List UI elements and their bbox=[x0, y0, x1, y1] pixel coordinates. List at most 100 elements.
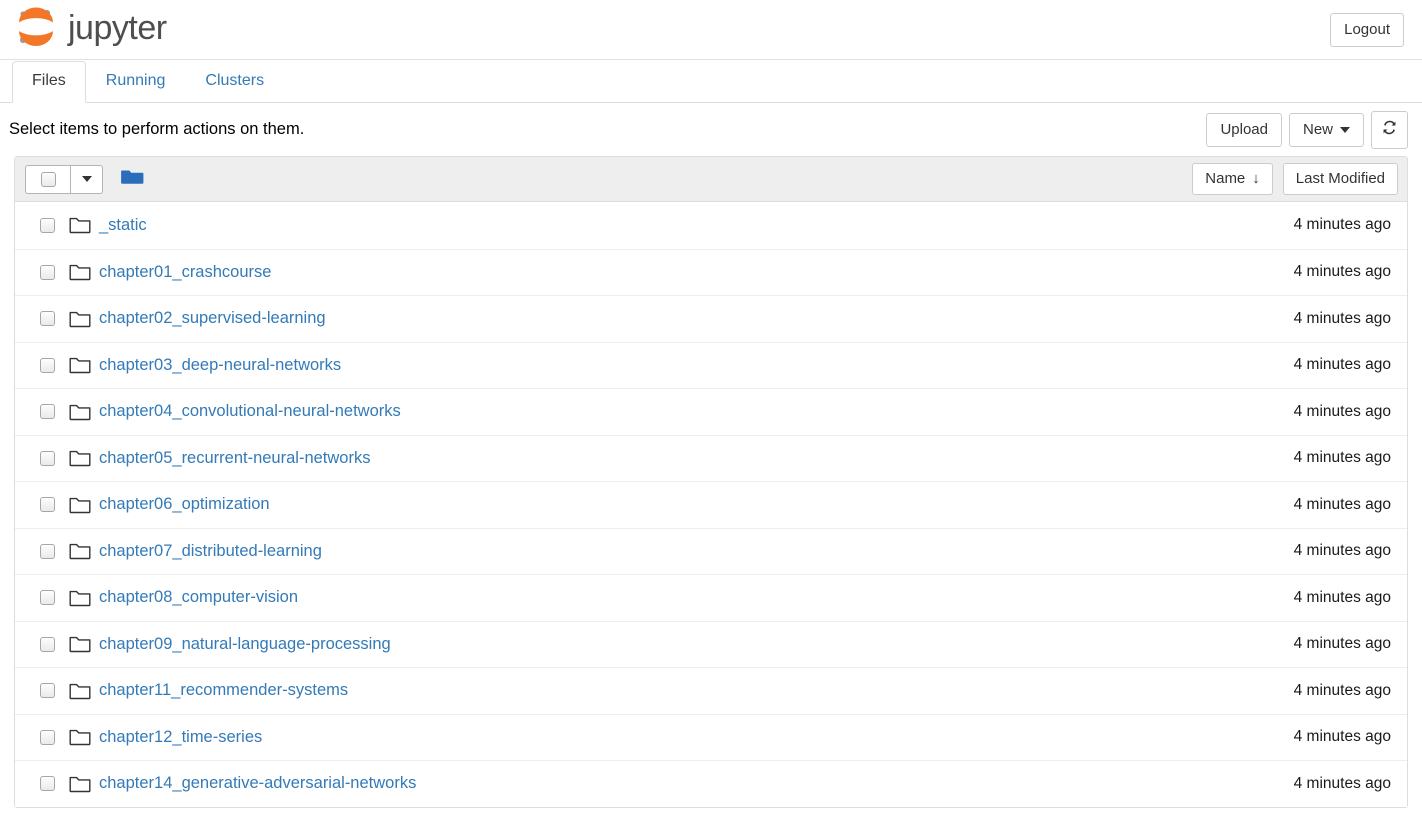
header-actions: Logout bbox=[1330, 13, 1404, 47]
file-name-link[interactable]: chapter14_generative-adversarial-network… bbox=[99, 774, 416, 793]
row-checkbox[interactable] bbox=[40, 637, 55, 652]
select-all-group bbox=[25, 165, 103, 194]
file-name-link[interactable]: chapter12_time-series bbox=[99, 728, 262, 747]
table-row[interactable]: _static 4 minutes ago bbox=[15, 202, 1407, 249]
select-all-checkbox-cell[interactable] bbox=[26, 166, 70, 193]
sort-by-modified-button[interactable]: Last Modified bbox=[1283, 163, 1398, 195]
last-modified-text: 4 minutes ago bbox=[1294, 589, 1393, 607]
folder-outline-icon[interactable] bbox=[69, 403, 99, 421]
folder-outline-icon[interactable] bbox=[69, 682, 99, 700]
sort-by-name-button[interactable]: Name ↓ bbox=[1192, 163, 1273, 195]
row-checkbox[interactable] bbox=[40, 776, 55, 791]
file-name-link[interactable]: chapter05_recurrent-neural-networks bbox=[99, 449, 370, 468]
row-checkbox-cell[interactable] bbox=[25, 683, 69, 698]
table-row[interactable]: chapter11_recommender-systems 4 minutes a… bbox=[15, 667, 1407, 714]
last-modified-text: 4 minutes ago bbox=[1294, 728, 1393, 746]
selection-hint-text: Select items to perform actions on them. bbox=[5, 120, 304, 139]
folder-outline-icon[interactable] bbox=[69, 263, 99, 281]
table-row[interactable]: chapter01_crashcourse 4 minutes ago bbox=[15, 249, 1407, 296]
action-bar-buttons: Upload New bbox=[1206, 111, 1408, 149]
row-checkbox[interactable] bbox=[40, 497, 55, 512]
last-modified-text: 4 minutes ago bbox=[1294, 216, 1393, 234]
file-name-link[interactable]: chapter01_crashcourse bbox=[99, 263, 271, 282]
logout-button[interactable]: Logout bbox=[1330, 13, 1404, 47]
select-menu-button[interactable] bbox=[71, 166, 102, 193]
row-checkbox-cell[interactable] bbox=[25, 637, 69, 652]
page-header: jupyter Logout bbox=[0, 0, 1422, 60]
new-dropdown-button[interactable]: New bbox=[1289, 113, 1364, 147]
row-checkbox[interactable] bbox=[40, 590, 55, 605]
last-modified-text: 4 minutes ago bbox=[1294, 263, 1393, 281]
table-row[interactable]: chapter07_distributed-learning 4 minutes … bbox=[15, 528, 1407, 575]
last-modified-text: 4 minutes ago bbox=[1294, 310, 1393, 328]
chevron-down-icon bbox=[1340, 127, 1350, 133]
tab-clusters[interactable]: Clusters bbox=[185, 61, 284, 103]
row-checkbox-cell[interactable] bbox=[25, 311, 69, 326]
row-checkbox[interactable] bbox=[40, 311, 55, 326]
file-name-link[interactable]: chapter07_distributed-learning bbox=[99, 542, 322, 561]
tab-running[interactable]: Running bbox=[86, 61, 186, 103]
row-checkbox[interactable] bbox=[40, 404, 55, 419]
table-row[interactable]: chapter09_natural-language-processing4 m… bbox=[15, 621, 1407, 668]
row-checkbox-cell[interactable] bbox=[25, 776, 69, 791]
file-list-header: Name ↓ Last Modified bbox=[15, 157, 1407, 202]
folder-outline-icon[interactable] bbox=[69, 449, 99, 467]
file-name-link[interactable]: chapter03_deep-neural-networks bbox=[99, 356, 341, 375]
table-row[interactable]: chapter06_optimization4 minutes ago bbox=[15, 481, 1407, 528]
refresh-button[interactable] bbox=[1371, 111, 1408, 149]
last-modified-text: 4 minutes ago bbox=[1294, 542, 1393, 560]
row-checkbox-cell[interactable] bbox=[25, 590, 69, 605]
upload-button[interactable]: Upload bbox=[1206, 113, 1282, 147]
row-checkbox[interactable] bbox=[40, 358, 55, 373]
row-checkbox-cell[interactable] bbox=[25, 544, 69, 559]
file-list: Name ↓ Last Modified _static 4 minutes ag… bbox=[14, 156, 1408, 808]
table-row[interactable]: chapter12_time-series 4 minutes ago bbox=[15, 714, 1407, 761]
row-checkbox-cell[interactable] bbox=[25, 218, 69, 233]
file-name-link[interactable]: chapter09_natural-language-processing bbox=[99, 635, 391, 654]
last-modified-text: 4 minutes ago bbox=[1294, 682, 1393, 700]
breadcrumb-home-button[interactable] bbox=[121, 167, 144, 191]
chevron-down-icon bbox=[82, 176, 92, 182]
row-checkbox-cell[interactable] bbox=[25, 404, 69, 419]
file-rows-container: _static4 minutes agochapter01_crashcours… bbox=[15, 202, 1407, 807]
folder-outline-icon[interactable] bbox=[69, 542, 99, 560]
folder-outline-icon[interactable] bbox=[69, 635, 99, 653]
folder-outline-icon[interactable] bbox=[69, 216, 99, 234]
row-checkbox-cell[interactable] bbox=[25, 451, 69, 466]
tab-files[interactable]: Files bbox=[12, 61, 86, 103]
folder-outline-icon[interactable] bbox=[69, 589, 99, 607]
new-button-label: New bbox=[1303, 121, 1333, 139]
file-name-link[interactable]: chapter02_supervised-learning bbox=[99, 309, 326, 328]
folder-outline-icon[interactable] bbox=[69, 356, 99, 374]
row-checkbox-cell[interactable] bbox=[25, 730, 69, 745]
file-name-link[interactable]: _static bbox=[99, 216, 147, 235]
table-row[interactable]: chapter08_computer-vision 4 minutes ago bbox=[15, 574, 1407, 621]
file-name-link[interactable]: chapter06_optimization bbox=[99, 495, 270, 514]
select-all-checkbox[interactable] bbox=[41, 172, 56, 187]
row-checkbox[interactable] bbox=[40, 544, 55, 559]
row-checkbox-cell[interactable] bbox=[25, 497, 69, 512]
refresh-icon bbox=[1381, 119, 1398, 141]
file-name-link[interactable]: chapter04_convolutional-neural-networks bbox=[99, 402, 401, 421]
file-name-link[interactable]: chapter11_recommender-systems bbox=[99, 681, 348, 700]
jupyter-logo-icon bbox=[14, 6, 58, 53]
table-row[interactable]: chapter04_convolutional-neural-networks4… bbox=[15, 388, 1407, 435]
row-checkbox[interactable] bbox=[40, 451, 55, 466]
row-checkbox[interactable] bbox=[40, 265, 55, 280]
row-checkbox-cell[interactable] bbox=[25, 265, 69, 280]
file-name-link[interactable]: chapter08_computer-vision bbox=[99, 588, 298, 607]
row-checkbox[interactable] bbox=[40, 683, 55, 698]
row-checkbox[interactable] bbox=[40, 218, 55, 233]
folder-outline-icon[interactable] bbox=[69, 775, 99, 793]
row-checkbox[interactable] bbox=[40, 730, 55, 745]
table-row[interactable]: chapter02_supervised-learning 4 minutes a… bbox=[15, 295, 1407, 342]
folder-outline-icon[interactable] bbox=[69, 728, 99, 746]
table-row[interactable]: chapter03_deep-neural-networks4 minutes … bbox=[15, 342, 1407, 389]
last-modified-text: 4 minutes ago bbox=[1294, 775, 1393, 793]
folder-outline-icon[interactable] bbox=[69, 310, 99, 328]
jupyter-logo-link[interactable]: jupyter bbox=[14, 6, 167, 53]
table-row[interactable]: chapter14_generative-adversarial-network… bbox=[15, 760, 1407, 807]
table-row[interactable]: chapter05_recurrent-neural-networks4 min… bbox=[15, 435, 1407, 482]
row-checkbox-cell[interactable] bbox=[25, 358, 69, 373]
folder-outline-icon[interactable] bbox=[69, 496, 99, 514]
